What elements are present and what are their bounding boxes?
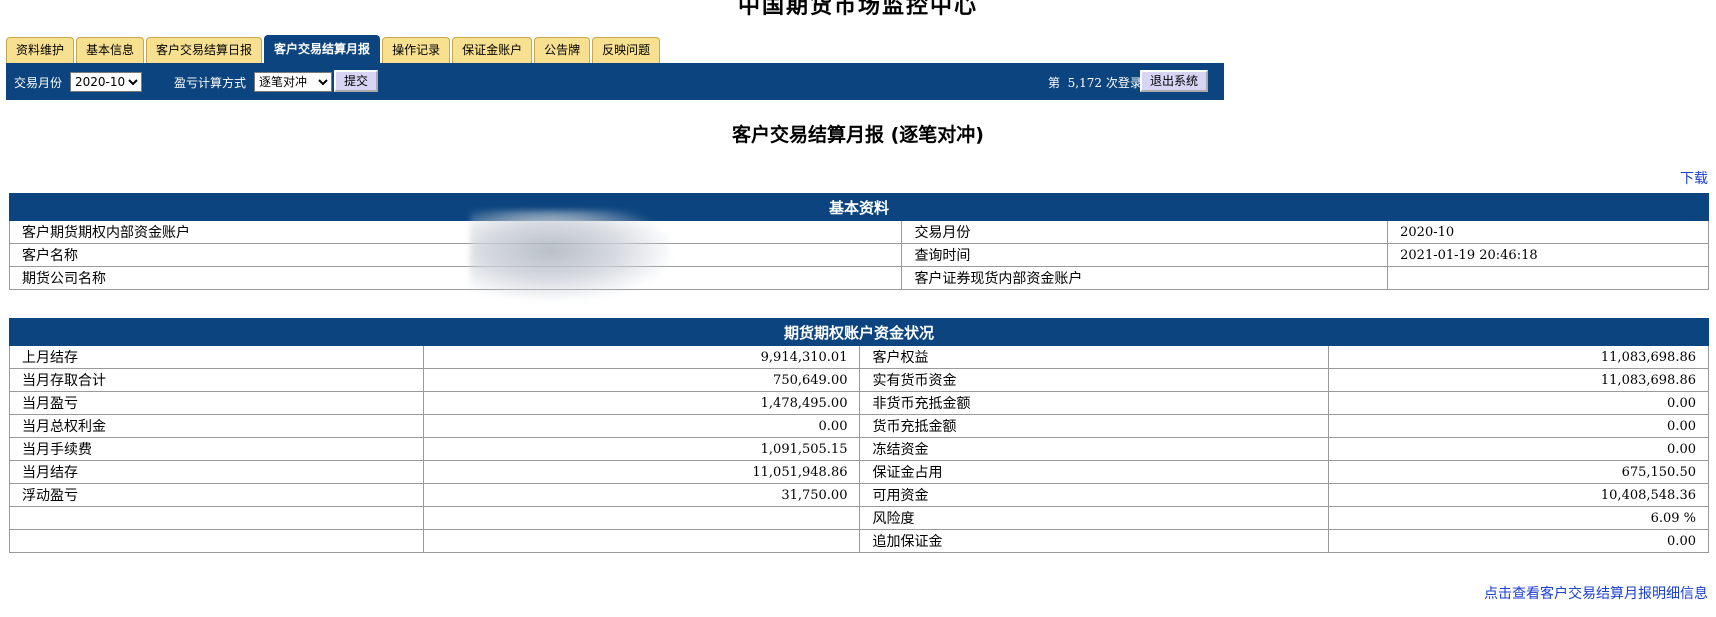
- basic-info-table: 基本资料 客户期货期权内部资金账户 交易月份 2020-10 客户名称 查询时间…: [8, 193, 1709, 290]
- cell-label: 实有货币资金: [859, 368, 1330, 392]
- table-row: 客户期货期权内部资金账户 交易月份 2020-10: [8, 220, 1709, 244]
- table-row: 风险度 6.09 %: [9, 506, 1709, 530]
- cell-value: 9,914,310.01: [422, 345, 861, 369]
- table-row: 期货公司名称 客户证券现货内部资金账户: [8, 266, 1709, 290]
- tab-bulletin[interactable]: 公告牌: [534, 37, 591, 63]
- cell-value: [422, 529, 861, 553]
- cell-label: 上月结存: [9, 345, 424, 369]
- cell-label: 当月总权利金: [9, 414, 424, 438]
- table-row: 客户名称 查询时间 2021-01-19 20:46:18: [8, 243, 1709, 267]
- cell-label: 当月手续费: [9, 437, 424, 461]
- cell-label: 非货币充抵金额: [859, 391, 1330, 415]
- table-row: 当月存取合计 750,649.00 实有货币资金 11,083,698.86: [9, 368, 1709, 392]
- cell-label: 当月结存: [9, 460, 424, 484]
- tab-monthly-report[interactable]: 客户交易结算月报: [264, 35, 381, 63]
- table-row: 当月总权利金 0.00 货币充抵金额 0.00: [9, 414, 1709, 438]
- cell-label: 可用资金: [859, 483, 1330, 507]
- cell-value: 1,091,505.15: [422, 437, 861, 461]
- cell-value: 750,649.00: [422, 368, 861, 392]
- tab-data-maintenance[interactable]: 资料维护: [6, 37, 75, 63]
- cell-value: 0.00: [1328, 437, 1709, 461]
- table-row: 当月手续费 1,091,505.15 冻结资金 0.00: [9, 437, 1709, 461]
- cell-label: 浮动盈亏: [9, 483, 424, 507]
- cell-value: 0.00: [1328, 414, 1709, 438]
- cell-value: 10,408,548.36: [1328, 483, 1709, 507]
- cell-value: 6.09 %: [1328, 506, 1709, 530]
- cell-label: 客户期货期权内部资金账户: [8, 220, 903, 244]
- cell-label: 客户权益: [859, 345, 1330, 369]
- cell-value: 31,750.00: [422, 483, 861, 507]
- login-prefix: 第: [1048, 76, 1061, 90]
- cell-value: 1,478,495.00: [422, 391, 861, 415]
- cell-label: [9, 529, 424, 553]
- cell-label: 货币充抵金额: [859, 414, 1330, 438]
- cell-value: 11,083,698.86: [1328, 345, 1709, 369]
- table-row: 浮动盈亏 31,750.00 可用资金 10,408,548.36: [9, 483, 1709, 507]
- cell-value: 0.00: [1328, 529, 1709, 553]
- query-toolbar: 交易月份 2020-10 盈亏计算方式 逐笔对冲 提交 第 5,172 次登录 …: [6, 63, 1224, 100]
- tab-daily-report[interactable]: 客户交易结算日报: [146, 37, 263, 63]
- login-count: 5,172: [1067, 76, 1103, 90]
- cell-label: 当月盈亏: [9, 391, 424, 415]
- login-count-text: 第 5,172 次登录: [1048, 74, 1142, 91]
- table-row: 追加保证金 0.00: [9, 529, 1709, 553]
- cell-label: 客户名称: [8, 243, 903, 267]
- cell-value: 2020-10: [1387, 220, 1709, 244]
- page-heading: 客户交易结算月报 (逐笔对冲): [732, 124, 984, 146]
- download-link[interactable]: 下载: [1680, 168, 1708, 188]
- cell-value: 2021-01-19 20:46:18: [1387, 243, 1709, 267]
- tab-operation-log[interactable]: 操作记录: [382, 37, 451, 63]
- table-row: 当月结存 11,051,948.86 保证金占用 675,150.50: [9, 460, 1709, 484]
- cell-value: [422, 506, 861, 530]
- tab-margin-account[interactable]: 保证金账户: [452, 37, 533, 63]
- cell-value: 11,051,948.86: [422, 460, 861, 484]
- fund-status-table: 期货期权账户资金状况 上月结存 9,914,310.01 客户权益 11,083…: [9, 318, 1709, 553]
- tab-feedback[interactable]: 反映问题: [592, 37, 661, 63]
- login-suffix: 次登录: [1105, 76, 1142, 90]
- cell-label: 交易月份: [901, 220, 1389, 244]
- cell-value: 11,083,698.86: [1328, 368, 1709, 392]
- table-row: 当月盈亏 1,478,495.00 非货币充抵金额 0.00: [9, 391, 1709, 415]
- cell-value: 0.00: [422, 414, 861, 438]
- main-tabs: 资料维护 基本信息 客户交易结算日报 客户交易结算月报 操作记录 保证金账户 公…: [6, 35, 662, 63]
- cell-value: 0.00: [1328, 391, 1709, 415]
- calc-method-label: 盈亏计算方式: [174, 76, 247, 90]
- cell-value: 675,150.50: [1328, 460, 1709, 484]
- cell-label: 当月存取合计: [9, 368, 424, 392]
- redacted-blur: [470, 210, 670, 300]
- logout-button[interactable]: 退出系统: [1140, 70, 1209, 92]
- cell-label: 保证金占用: [859, 460, 1330, 484]
- cell-label: 追加保证金: [859, 529, 1330, 553]
- cell-value: [1387, 266, 1709, 290]
- site-title: 中国期货市场监控中心: [737, 0, 978, 19]
- cell-label: 风险度: [859, 506, 1330, 530]
- tab-basic-info[interactable]: 基本信息: [76, 37, 145, 63]
- basic-info-header: 基本资料: [9, 193, 1709, 221]
- month-label: 交易月份: [14, 76, 63, 90]
- cell-label: 客户证券现货内部资金账户: [901, 266, 1389, 290]
- cell-label: 期货公司名称: [8, 266, 903, 290]
- month-select[interactable]: 2020-10: [70, 72, 142, 92]
- cell-label: 查询时间: [901, 243, 1389, 267]
- cell-label: 冻结资金: [859, 437, 1330, 461]
- submit-button[interactable]: 提交: [334, 70, 379, 92]
- table-row: 上月结存 9,914,310.01 客户权益 11,083,698.86: [9, 345, 1709, 369]
- fund-status-header: 期货期权账户资金状况: [9, 318, 1709, 346]
- monthly-detail-link[interactable]: 点击查看客户交易结算月报明细信息: [1484, 583, 1708, 603]
- cell-label: [9, 506, 424, 530]
- calc-method-select[interactable]: 逐笔对冲: [254, 72, 332, 92]
